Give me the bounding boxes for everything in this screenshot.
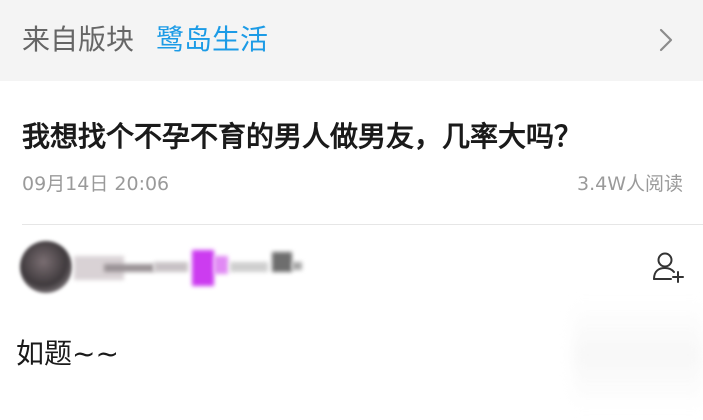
post-detail-page: 来自版块 鹭岛生活 我想找个不孕不育的男人做男友，几率大吗？ 09月14日 20… (0, 0, 703, 420)
section-prefix-label: 来自版块 (22, 23, 135, 56)
author-name-redacted[interactable] (74, 246, 306, 286)
post-body-text: 如题~~ (16, 337, 119, 370)
section-source-bar[interactable]: 来自版块 鹭岛生活 (0, 0, 703, 81)
section-name-link[interactable]: 鹭岛生活 (156, 22, 268, 58)
avatar[interactable] (20, 241, 72, 293)
post-timestamp: 09月14日 20:06 (22, 173, 170, 195)
post-view-count: 3.4W人阅读 (576, 173, 683, 195)
background-artifact (573, 300, 703, 410)
chevron-right-icon[interactable] (653, 27, 679, 53)
post-title: 我想找个不孕不育的男人做男友，几率大吗？ (22, 120, 583, 153)
divider (22, 224, 703, 225)
follow-user-icon[interactable] (651, 250, 685, 284)
